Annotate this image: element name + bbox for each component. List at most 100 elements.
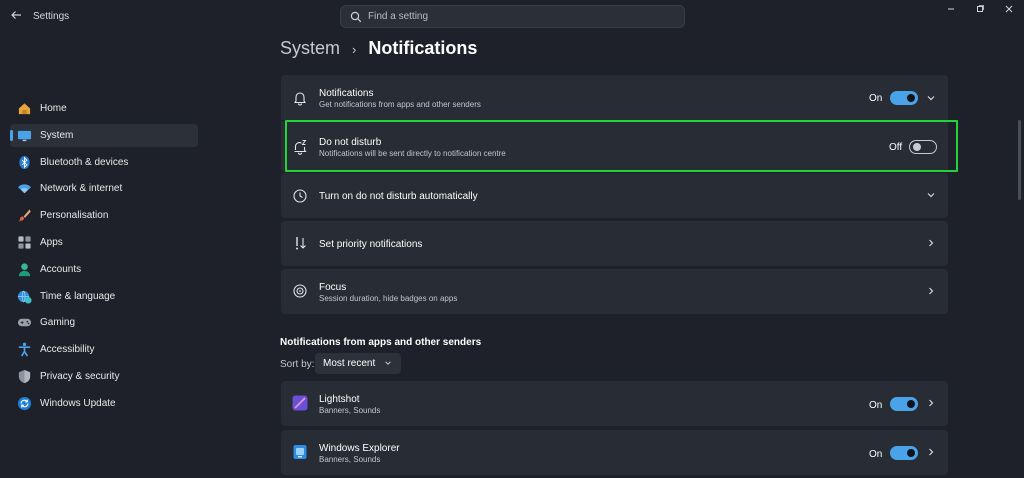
brush-icon	[18, 209, 31, 222]
sidebar-item-gaming[interactable]: Gaming	[10, 311, 198, 334]
wifi-icon	[17, 184, 32, 194]
focus-subtitle: Session duration, hide badges on apps	[319, 294, 458, 303]
focus-title: Focus	[319, 282, 347, 293]
home-icon	[18, 103, 31, 115]
apps-icon	[18, 236, 31, 249]
sidebar-item-label: Privacy & security	[40, 370, 120, 382]
sort-by-value: Most recent	[323, 358, 376, 369]
back-arrow-icon	[11, 11, 21, 19]
sidebar-item-label: Apps	[40, 236, 63, 248]
sidebar-item-windows-update[interactable]: Windows Update	[10, 392, 198, 415]
priority-notifications-card[interactable]: Set priority notifications	[281, 221, 948, 266]
bell-icon	[293, 92, 307, 106]
app-subtitle: Banners, Sounds	[319, 406, 381, 415]
minimize-button[interactable]	[944, 4, 958, 16]
app-state-label: On	[869, 400, 883, 411]
priority-icon	[296, 237, 306, 250]
sidebar-item-network[interactable]: Network & internet	[10, 177, 198, 200]
bluetooth-icon	[19, 155, 30, 169]
notifications-setting-card[interactable]: Notifications Get notifications from app…	[281, 75, 948, 120]
app-state-label: On	[869, 449, 883, 460]
priority-title: Set priority notifications	[319, 239, 423, 250]
app-name: Lightshot	[319, 394, 360, 405]
title-bar: Settings	[0, 0, 1024, 34]
sidebar-item-label: Time & language	[40, 290, 116, 302]
sidebar-nav: Home System Bluetooth & devices Network …	[10, 97, 198, 419]
app-toggle-windows-explorer[interactable]	[890, 446, 918, 460]
sort-by-label: Sort by:	[280, 359, 315, 370]
dnd-title: Do not disturb	[319, 137, 382, 148]
chevron-down-icon[interactable]	[926, 190, 936, 200]
minimize-icon	[948, 8, 954, 10]
sidebar-item-home[interactable]: Home	[10, 97, 198, 120]
scrollbar[interactable]	[1018, 120, 1021, 200]
shield-icon	[18, 369, 31, 384]
lightshot-icon	[292, 395, 308, 411]
accessibility-icon	[18, 342, 31, 357]
maximize-icon	[977, 5, 984, 12]
notifications-subtitle: Get notifications from apps and other se…	[319, 100, 481, 109]
focus-card[interactable]: Focus Session duration, hide badges on a…	[281, 269, 948, 314]
sidebar-item-apps[interactable]: Apps	[10, 231, 198, 254]
search-box[interactable]	[340, 5, 685, 28]
sidebar-item-time-language[interactable]: Time & language	[10, 285, 198, 308]
sidebar-item-privacy[interactable]: Privacy & security	[10, 365, 198, 388]
globe-clock-icon	[17, 290, 32, 304]
notifications-title: Notifications	[319, 88, 374, 99]
dnd-subtitle: Notifications will be sent directly to n…	[319, 149, 506, 158]
person-icon	[18, 263, 31, 276]
monitor-icon	[17, 130, 32, 141]
app-toggle-lightshot[interactable]	[890, 397, 918, 411]
dnd-automatic-title: Turn on do not disturb automatically	[319, 191, 478, 202]
clock-icon	[293, 189, 307, 203]
search-input[interactable]	[368, 6, 668, 27]
app-name: Windows Explorer	[319, 443, 400, 454]
sort-by-dropdown[interactable]: Most recent	[315, 353, 401, 374]
chevron-down-icon[interactable]	[926, 93, 936, 103]
close-button[interactable]	[1002, 4, 1016, 16]
app-title: Settings	[33, 11, 70, 22]
sidebar-item-bluetooth[interactable]: Bluetooth & devices	[10, 151, 198, 174]
chevron-right-icon[interactable]	[926, 238, 936, 248]
app-card-windows-explorer[interactable]: Windows Explorer Banners, Sounds On	[281, 430, 948, 475]
do-not-disturb-card[interactable]: Do not disturb Notifications will be sen…	[281, 121, 948, 172]
back-button[interactable]	[8, 9, 24, 25]
search-icon	[350, 11, 362, 23]
sidebar-item-label: Home	[40, 103, 67, 114]
chevron-right-icon[interactable]	[926, 286, 936, 296]
focus-icon	[293, 284, 307, 298]
sidebar-item-accounts[interactable]: Accounts	[10, 258, 198, 281]
close-icon	[1005, 5, 1013, 13]
sidebar-item-label: Bluetooth & devices	[40, 156, 129, 168]
sidebar-item-label: Windows Update	[40, 397, 116, 409]
app-subtitle: Banners, Sounds	[319, 455, 381, 464]
sidebar-item-label: Accessibility	[40, 344, 95, 356]
sidebar-item-label: Accounts	[40, 263, 82, 275]
sidebar-item-label: Network & internet	[40, 183, 123, 195]
app-card-lightshot[interactable]: Lightshot Banners, Sounds On	[281, 381, 948, 426]
notifications-state-label: On	[869, 93, 883, 104]
bell-snooze-icon	[294, 140, 307, 155]
sidebar-item-label: System	[40, 129, 74, 141]
breadcrumb-separator: ›	[352, 42, 357, 57]
apps-section-title: Notifications from apps and other sender…	[280, 337, 482, 348]
breadcrumb-parent[interactable]: System	[280, 38, 340, 59]
chevron-right-icon[interactable]	[926, 398, 936, 408]
notifications-toggle[interactable]	[890, 91, 918, 105]
sidebar-item-accessibility[interactable]: Accessibility	[10, 338, 198, 361]
sidebar-item-label: Personalisation	[40, 210, 109, 222]
explorer-icon	[293, 445, 307, 459]
dnd-automatic-card[interactable]: Turn on do not disturb automatically	[281, 173, 948, 218]
maximize-button[interactable]	[973, 4, 987, 16]
dnd-state-label: Off	[889, 142, 903, 153]
gamepad-icon	[17, 319, 32, 327]
chevron-down-icon	[385, 361, 391, 365]
sidebar-item-system[interactable]: System	[10, 123, 198, 147]
page-title: Notifications	[368, 38, 478, 58]
sidebar-item-personalisation[interactable]: Personalisation	[10, 204, 198, 227]
chevron-right-icon[interactable]	[926, 447, 936, 457]
dnd-toggle[interactable]	[909, 140, 937, 154]
sidebar-item-label: Gaming	[40, 317, 76, 329]
update-icon	[17, 396, 32, 410]
breadcrumb: System › Notifications	[280, 38, 477, 59]
